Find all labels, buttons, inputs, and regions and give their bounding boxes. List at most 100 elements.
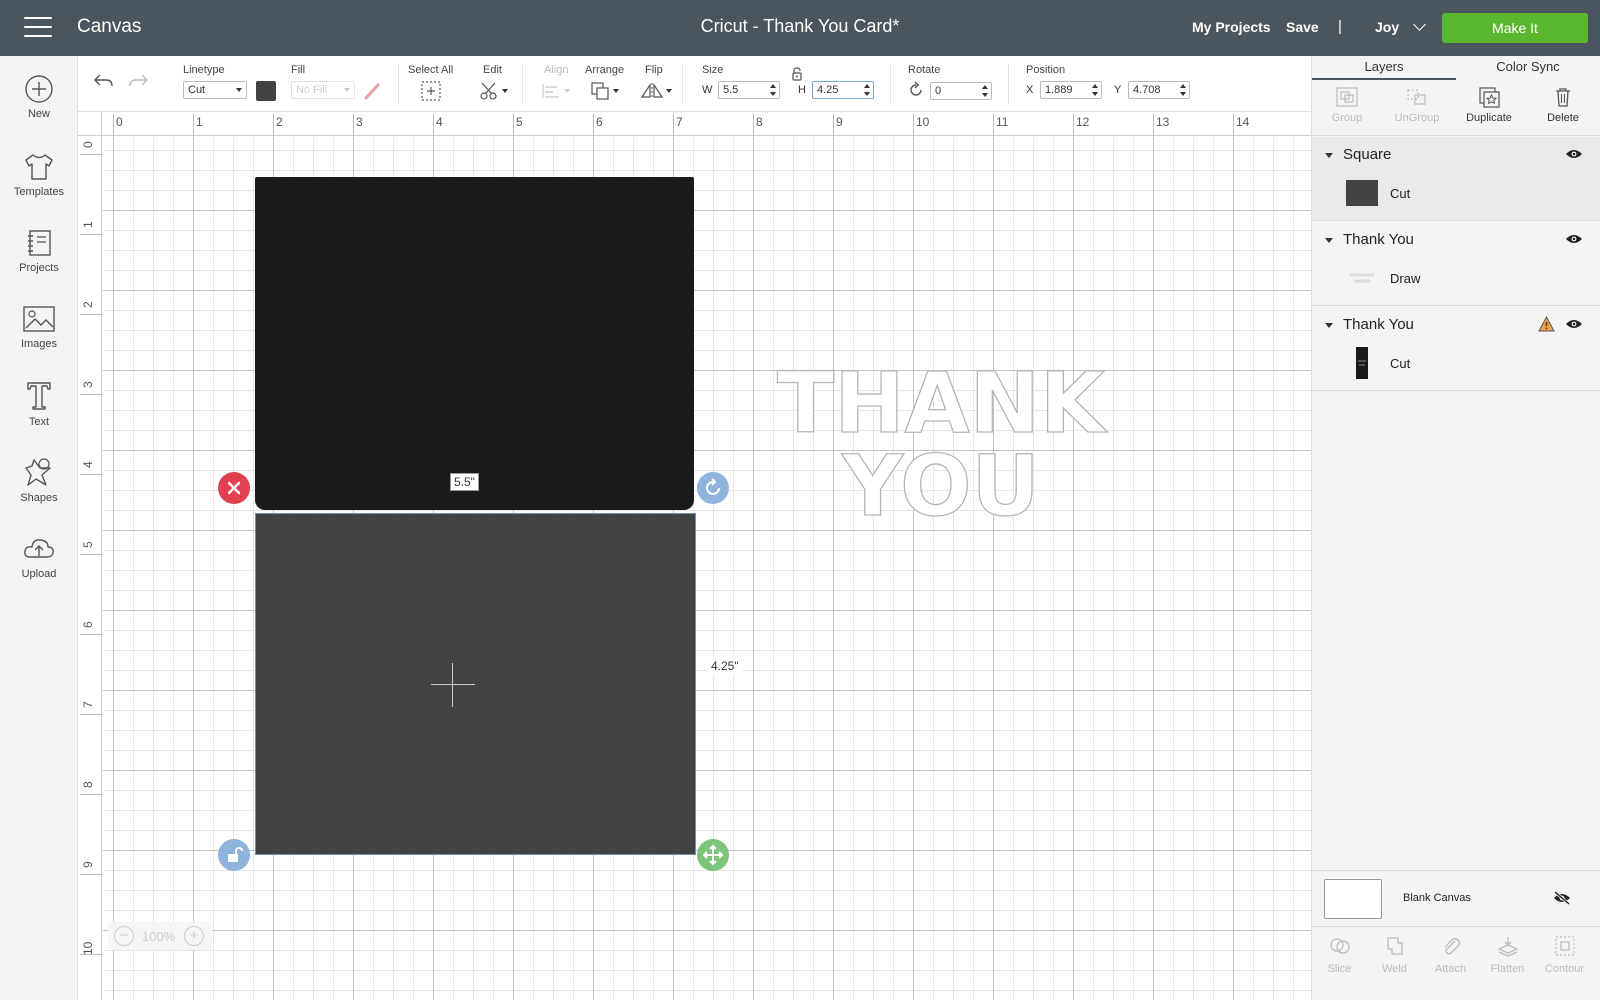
ruler-left: 0 1 2 3 4 5 6 7 8 9 10 xyxy=(78,136,102,1000)
sidebar-item-projects[interactable]: Projects xyxy=(0,228,78,298)
collapse-caret-icon[interactable] xyxy=(1325,238,1333,243)
sidebar-item-images[interactable]: Images xyxy=(0,304,78,374)
eye-icon[interactable] xyxy=(1565,233,1583,245)
layer-group-thank-you-draw[interactable]: Thank You Draw xyxy=(1312,222,1600,306)
arrange-icon[interactable] xyxy=(589,80,611,102)
contour-button[interactable]: Contour xyxy=(1537,927,1592,1000)
collapse-caret-icon[interactable] xyxy=(1325,153,1333,158)
height-input[interactable]: 4.25 xyxy=(812,81,874,99)
edit-label: Edit xyxy=(483,64,502,76)
delete-button[interactable]: Delete xyxy=(1528,80,1598,136)
ruler-left-number: 2 xyxy=(81,301,95,308)
flatten-button[interactable]: Flatten xyxy=(1480,927,1535,1000)
align-dropdown-arrow-icon[interactable] xyxy=(564,89,570,93)
image-icon xyxy=(23,306,55,332)
flatten-label: Flatten xyxy=(1490,963,1525,975)
rotate-handle[interactable] xyxy=(697,472,729,504)
redo-icon[interactable] xyxy=(128,72,150,90)
ruler-tick xyxy=(593,114,594,136)
rotate-label: Rotate xyxy=(908,64,941,76)
sidebar-item-upload[interactable]: Upload xyxy=(0,534,78,604)
ungroup-icon xyxy=(1407,89,1426,105)
layers-panel: Layers Color Sync Group UnGroup Duplicat… xyxy=(1311,56,1600,1000)
layer-name: Thank You xyxy=(1343,231,1414,248)
linetype-color-swatch[interactable] xyxy=(256,81,276,101)
toolbar-divider xyxy=(890,64,891,104)
resize-handle[interactable] xyxy=(697,839,729,871)
linetype-select[interactable]: Cut xyxy=(183,81,247,99)
edit-scissors-icon[interactable] xyxy=(478,80,500,102)
ruler-top-number: 14 xyxy=(1236,115,1250,129)
zoom-out-button[interactable]: − xyxy=(114,926,134,946)
close-icon xyxy=(218,472,250,504)
save-button[interactable]: Save xyxy=(1286,19,1319,35)
blank-canvas-label: Blank Canvas xyxy=(1403,892,1471,904)
rotate-input[interactable]: 0 xyxy=(930,82,992,100)
warning-icon[interactable] xyxy=(1538,316,1555,332)
design-canvas[interactable]: 0 1 2 3 4 5 6 7 8 9 10 11 12 13 14 0 1 2 3 4 5 6 7 8 9 10 THANK … xyxy=(78,112,1311,1000)
pen-color-icon[interactable] xyxy=(362,81,382,101)
ruler-top-number: 12 xyxy=(1076,115,1090,129)
toolbar-divider xyxy=(398,64,399,104)
ruler-tick xyxy=(1233,114,1234,136)
width-stepper-icon[interactable] xyxy=(770,84,776,96)
width-input[interactable]: 5.5 xyxy=(718,81,780,99)
align-icon[interactable] xyxy=(541,82,561,100)
user-menu[interactable]: Joy xyxy=(1375,18,1426,35)
height-stepper-icon[interactable] xyxy=(864,84,870,96)
edit-dropdown-arrow-icon[interactable] xyxy=(502,89,508,93)
selected-square[interactable] xyxy=(255,513,696,855)
arrange-dropdown-arrow-icon[interactable] xyxy=(613,89,619,93)
layer-group-thank-you-cut[interactable]: Thank You Cut xyxy=(1312,307,1600,391)
group-button[interactable]: Group xyxy=(1312,80,1382,136)
delete-label: Delete xyxy=(1547,112,1579,124)
sidebar-item-new[interactable]: New xyxy=(0,74,78,144)
tab-color-sync[interactable]: Color Sync xyxy=(1456,56,1600,80)
fill-select[interactable]: No Fill xyxy=(291,81,355,99)
duplicate-button[interactable]: Duplicate xyxy=(1454,80,1524,136)
thank-you-text-object[interactable]: THANK YOU xyxy=(761,362,1121,520)
layer-operation: Cut xyxy=(1390,356,1411,371)
attach-button[interactable]: Attach xyxy=(1423,927,1478,1000)
blank-canvas-row[interactable]: Blank Canvas xyxy=(1312,870,1600,926)
make-it-button[interactable]: Make It xyxy=(1442,13,1588,43)
position-x-value: 1.889 xyxy=(1045,84,1073,96)
eye-icon[interactable] xyxy=(1565,148,1583,160)
card-back-square[interactable] xyxy=(255,177,694,510)
flip-dropdown-arrow-icon[interactable] xyxy=(666,89,672,93)
eye-hidden-icon[interactable] xyxy=(1553,890,1571,906)
position-y-input[interactable]: 4.708 xyxy=(1128,81,1190,99)
lock-handle[interactable] xyxy=(218,839,250,871)
ruler-left-number: 0 xyxy=(81,141,95,148)
delete-handle[interactable] xyxy=(218,472,250,504)
ruler-left-number: 4 xyxy=(81,461,95,468)
rotate-stepper-icon[interactable] xyxy=(982,85,988,97)
menu-hamburger-icon[interactable] xyxy=(24,17,52,39)
sidebar-item-shapes[interactable]: Shapes xyxy=(0,456,78,526)
tab-layers[interactable]: Layers xyxy=(1312,56,1456,80)
ungroup-button[interactable]: UnGroup xyxy=(1382,80,1452,136)
my-projects-link[interactable]: My Projects xyxy=(1192,19,1271,35)
collapse-caret-icon[interactable] xyxy=(1325,323,1333,328)
lock-aspect-icon[interactable] xyxy=(791,67,803,81)
weld-button[interactable]: Weld xyxy=(1367,927,1422,1000)
weld-label: Weld xyxy=(1382,963,1407,975)
flip-icon[interactable] xyxy=(640,81,664,101)
zoom-in-button[interactable]: + xyxy=(184,926,204,946)
ruler-tick xyxy=(993,114,994,136)
ruler-left-number: 10 xyxy=(81,941,95,955)
sidebar-item-templates[interactable]: Templates xyxy=(0,152,78,222)
width-letter: W xyxy=(702,84,713,96)
slice-button[interactable]: Slice xyxy=(1312,927,1367,1000)
eye-icon[interactable] xyxy=(1565,318,1583,330)
select-all-icon[interactable] xyxy=(420,80,442,102)
sidebar-item-text[interactable]: Text xyxy=(0,380,78,450)
position-x-stepper-icon[interactable] xyxy=(1092,84,1098,96)
zoom-level: 100% xyxy=(142,929,176,944)
blank-canvas-swatch[interactable] xyxy=(1324,879,1382,919)
position-x-input[interactable]: 1.889 xyxy=(1040,81,1102,99)
undo-icon[interactable] xyxy=(92,72,114,90)
layer-operation: Cut xyxy=(1390,186,1411,201)
position-y-stepper-icon[interactable] xyxy=(1180,84,1186,96)
layer-group-square[interactable]: Square Cut xyxy=(1312,137,1600,221)
